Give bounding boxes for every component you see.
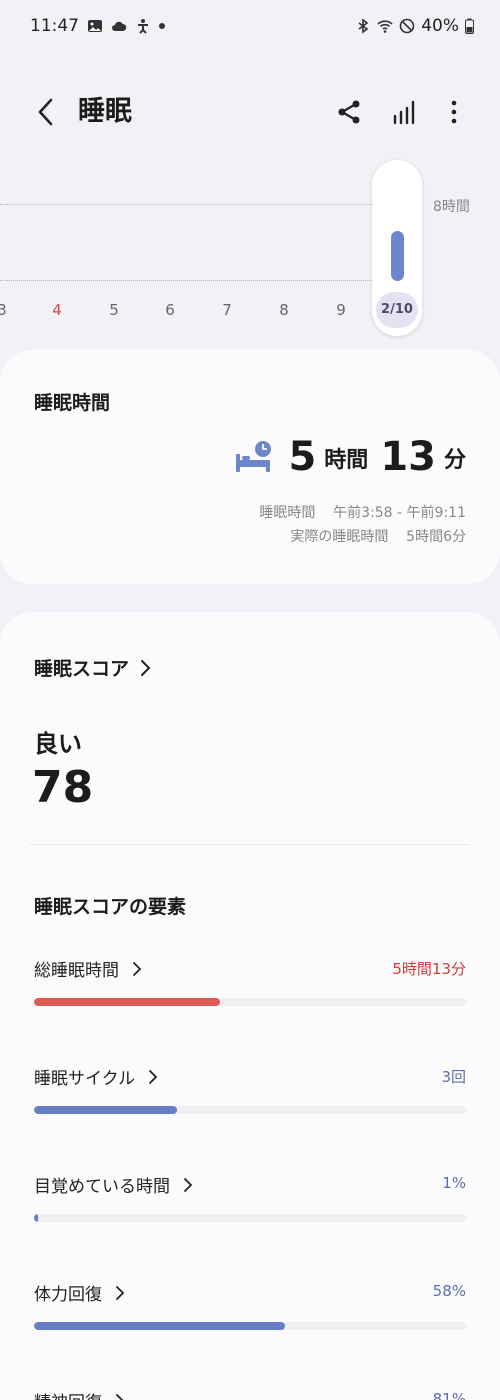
sleep-score-value: 78 <box>32 762 94 813</box>
score-elements-title: 睡眠スコアの要素 <box>34 896 187 918</box>
score-factor-label: 睡眠サイクル <box>34 1069 136 1089</box>
score-factor[interactable]: 睡眠サイクル 3回 <box>34 1064 466 1134</box>
back-button[interactable] <box>28 94 64 130</box>
chevron-right-icon <box>133 961 142 976</box>
score-factor-value: 58% <box>432 1282 466 1300</box>
clock: 11:47 <box>30 16 79 36</box>
score-factor-value: 81% <box>432 1390 466 1400</box>
sleep-score-grade: 良い <box>34 730 82 758</box>
sleep-hours-value: 5 <box>288 434 317 480</box>
day-label[interactable]: 9 <box>321 301 361 319</box>
sleep-score-card: 睡眠スコア 良い 78 睡眠スコアの要素 総睡眠時間 5時間13分睡眠サイクル 3回… <box>0 612 500 1400</box>
page-title: 睡眠 <box>78 96 132 127</box>
sleep-score-link[interactable]: 睡眠スコア <box>34 654 151 681</box>
score-factor[interactable]: 体力回復 58% <box>34 1280 466 1350</box>
score-factor-label: 目覚めている時間 <box>34 1177 170 1197</box>
day-label[interactable]: 4 <box>37 301 77 319</box>
gridline-baseline <box>0 280 422 281</box>
score-factor-label: 体力回復 <box>34 1285 102 1305</box>
do-not-disturb-icon <box>399 18 415 34</box>
actual-sleep-value: 5時間6分 <box>406 529 466 545</box>
sleep-time-card: 睡眠時間 5 時間 13 分 睡眠時間 午前3:58 - 午前9:11 実際の睡… <box>0 350 500 584</box>
chevron-right-icon <box>149 1069 158 1084</box>
score-factor-progress-track <box>34 1214 466 1222</box>
sleep-range: 睡眠時間 午前3:58 - 午前9:11 <box>259 502 466 522</box>
actual-sleep-label: 実際の睡眠時間 <box>290 529 389 545</box>
chevron-right-icon <box>141 659 151 676</box>
score-factor-value: 3回 <box>441 1068 466 1086</box>
score-factor-label: 精神回復 <box>34 1388 102 1400</box>
actual-sleep: 実際の睡眠時間 5時間6分 <box>290 526 466 546</box>
cloud-icon <box>112 21 127 31</box>
sleep-range-label: 睡眠時間 <box>259 505 316 521</box>
sleep-hours-unit: 時間 <box>324 448 369 473</box>
app-bar: 睡眠 <box>0 80 500 144</box>
more-vert-icon <box>451 100 457 124</box>
sleep-time-total: 5 時間 13 分 <box>234 434 466 480</box>
score-factor-link[interactable]: 目覚めている時間 <box>34 1172 193 1197</box>
gridline-8h <box>0 204 422 205</box>
score-factor-progress-fill <box>34 998 220 1006</box>
sleep-history-graph[interactable]: 8時間 3456789 2/10 <box>0 158 500 348</box>
score-factor-progress-track <box>34 1106 466 1114</box>
day-label[interactable]: 7 <box>207 301 247 319</box>
chevron-right-icon <box>116 1393 124 1400</box>
sleep-minutes-value: 13 <box>380 434 436 480</box>
score-factor-progress-fill <box>34 1214 39 1222</box>
score-factor-link[interactable]: 睡眠サイクル <box>34 1064 158 1089</box>
share-icon <box>338 100 360 124</box>
score-factor-progress-fill <box>34 1106 177 1114</box>
sleep-range-value: 午前3:58 - 午前9:11 <box>333 505 466 521</box>
notification-dot <box>159 23 165 29</box>
score-factor-link[interactable]: 総睡眠時間 <box>34 956 142 981</box>
bluetooth-icon <box>358 18 369 34</box>
accessibility-icon <box>138 19 148 34</box>
divider <box>30 844 470 845</box>
status-bar: 11:47 40% <box>0 0 500 56</box>
chevron-right-icon <box>184 1177 193 1192</box>
more-options-button[interactable] <box>436 94 472 130</box>
score-factor-link[interactable]: 精神回復 <box>34 1388 125 1400</box>
selected-day-label[interactable]: 2/10 <box>376 292 418 328</box>
share-button[interactable] <box>331 94 367 130</box>
score-factor-link[interactable]: 体力回復 <box>34 1280 125 1305</box>
wifi-icon <box>377 20 393 33</box>
chevron-right-icon <box>116 1285 125 1300</box>
trends-button[interactable] <box>387 94 423 130</box>
sleep-score-title: 睡眠スコア <box>34 658 130 680</box>
score-factor-progress-track <box>34 1322 466 1330</box>
bed-clock-icon <box>236 441 272 472</box>
score-factor-value: 1% <box>442 1174 466 1192</box>
grid-label-8h: 8時間 <box>433 199 470 215</box>
bar-chart-icon <box>393 100 415 125</box>
score-factor[interactable]: 精神回復 81% <box>34 1388 466 1400</box>
score-factor-value: 5時間13分 <box>392 960 466 978</box>
sleep-duration-bar[interactable] <box>391 231 404 281</box>
day-label[interactable]: 3 <box>0 301 22 319</box>
battery-percent: 40% <box>421 16 459 36</box>
day-label[interactable]: 5 <box>94 301 134 319</box>
score-factor-label: 総睡眠時間 <box>34 961 119 981</box>
day-label[interactable]: 6 <box>150 301 190 319</box>
day-label[interactable]: 8 <box>264 301 304 319</box>
score-factor[interactable]: 総睡眠時間 5時間13分 <box>34 956 466 1026</box>
sleep-minutes-unit: 分 <box>443 448 466 473</box>
chevron-left-icon <box>38 98 53 126</box>
score-factor-progress-track <box>34 998 466 1006</box>
gallery-icon <box>88 20 102 32</box>
score-factor-progress-fill <box>34 1322 285 1330</box>
battery-icon <box>465 18 474 34</box>
score-factor[interactable]: 目覚めている時間 1% <box>34 1172 466 1242</box>
sleep-time-title: 睡眠時間 <box>34 392 111 414</box>
